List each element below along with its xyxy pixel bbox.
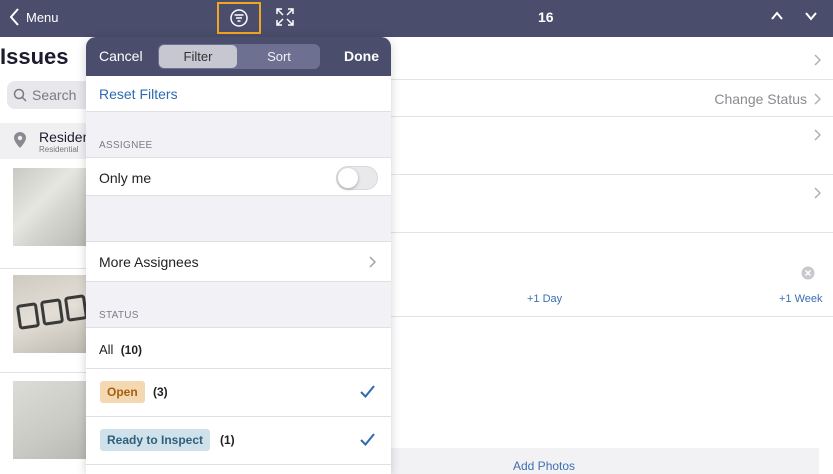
more-assignees-label: More Assignees (99, 254, 199, 270)
search-icon (13, 88, 27, 102)
change-status-link[interactable]: Change Status (714, 91, 807, 107)
page-number: 16 (538, 9, 554, 25)
status-ready-count: (1) (220, 433, 235, 447)
location-subtitle: Residential (39, 145, 79, 154)
outlet-photo (16, 294, 88, 330)
status-badge-open: Open (100, 381, 145, 403)
chevron-right-icon (814, 93, 821, 105)
filter-sort-segmented-control: Filter Sort (158, 44, 320, 69)
location-name: Residen (39, 129, 91, 145)
chevron-right-icon (814, 129, 821, 141)
chevron-right-icon (369, 256, 376, 268)
status-all-label: All (10) (99, 342, 142, 357)
chevron-up-icon[interactable] (770, 11, 784, 21)
menu-button[interactable]: Menu (10, 8, 59, 26)
chevron-down-icon[interactable] (804, 11, 818, 21)
reset-filters-button[interactable]: Reset Filters (99, 86, 178, 102)
tab-filter[interactable]: Filter (159, 45, 237, 68)
status-all-count: (10) (120, 343, 143, 357)
clear-icon[interactable] (801, 266, 815, 280)
divider (0, 268, 90, 269)
issue-thumbnail[interactable] (13, 381, 89, 459)
filter-popover: Cancel Filter Sort Done Reset Filters AS… (86, 37, 391, 474)
chevron-right-icon (814, 187, 821, 199)
plus-one-day-button[interactable]: +1 Day (527, 293, 562, 305)
only-me-cell: Only me (86, 157, 391, 196)
only-me-label: Only me (99, 170, 152, 186)
only-me-toggle[interactable] (336, 166, 378, 190)
status-section-header: STATUS (99, 310, 139, 321)
more-assignees-cell[interactable]: More Assignees (86, 241, 391, 282)
plus-one-week-button[interactable]: +1 Week (779, 293, 823, 305)
tab-sort[interactable]: Sort (239, 45, 319, 68)
issue-thumbnail[interactable] (13, 168, 89, 246)
status-open-cell[interactable]: Open (3) (86, 369, 391, 417)
due-date-row (391, 233, 833, 317)
detail-row[interactable] (391, 175, 833, 233)
checkmark-icon (360, 385, 375, 398)
detail-row[interactable] (391, 37, 833, 80)
add-photos-bar (391, 448, 819, 474)
issues-title: Issues (0, 44, 69, 69)
add-photos-button[interactable]: Add Photos (513, 459, 575, 473)
reset-filters-cell[interactable]: Reset Filters (86, 76, 391, 112)
menu-label: Menu (26, 9, 59, 25)
detail-row[interactable] (391, 117, 833, 175)
expand-icon[interactable] (276, 8, 294, 26)
filter-icon (230, 9, 248, 27)
issue-thumbnail[interactable] (13, 275, 89, 353)
assignee-section-header: ASSIGNEE (99, 140, 153, 151)
status-all-text: All (99, 342, 114, 357)
done-button[interactable]: Done (344, 48, 379, 64)
status-all-cell[interactable]: All (10) (86, 327, 391, 369)
search-placeholder: Search (32, 87, 77, 103)
divider (0, 372, 90, 373)
status-badge-ready-to-inspect: Ready to Inspect (100, 429, 211, 451)
status-open-count: (3) (153, 385, 168, 399)
cancel-button[interactable]: Cancel (99, 48, 143, 64)
popover-header: Cancel Filter Sort Done (86, 37, 391, 76)
search-input[interactable]: Search (7, 81, 97, 109)
status-next-cell[interactable] (86, 465, 391, 474)
location-pin-icon (14, 132, 26, 148)
filter-button[interactable] (217, 2, 261, 34)
checkmark-icon (360, 433, 375, 446)
location-row[interactable]: Residen Residential (0, 123, 90, 159)
toggle-knob (338, 168, 358, 188)
status-ready-cell[interactable]: Ready to Inspect (1) (86, 417, 391, 465)
chevron-right-icon (814, 54, 821, 66)
top-nav-bar: Menu 16 (0, 0, 833, 37)
chevron-left-icon (10, 8, 19, 26)
